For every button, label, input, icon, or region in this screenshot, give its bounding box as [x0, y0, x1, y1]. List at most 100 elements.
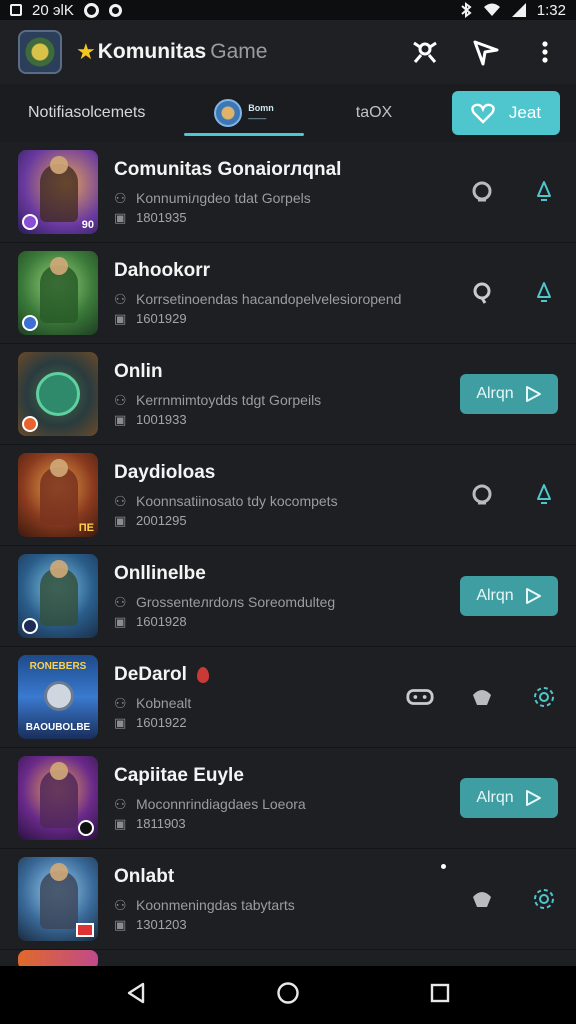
- notification-icon: [10, 4, 22, 16]
- community-thumbnail: 90: [18, 150, 98, 234]
- calendar-icon: ▣: [114, 411, 127, 427]
- community-subtitle: Koonmeningdas tabytarts: [136, 896, 295, 913]
- members-icon: ⚇: [114, 391, 127, 408]
- members-icon: ⚇: [114, 290, 127, 307]
- send-icon[interactable]: [470, 37, 500, 67]
- community-thumbnail: [18, 554, 98, 638]
- community-title: DeDarol: [114, 663, 187, 685]
- location-icon[interactable]: [468, 279, 496, 307]
- thumbnail-tag: ПЕ: [78, 522, 94, 534]
- tab-notifications[interactable]: Notifiasolcemets: [28, 84, 184, 142]
- open-button[interactable]: Alrqn: [460, 576, 558, 616]
- chat-icon[interactable]: [468, 178, 496, 206]
- community-meta: 1301203: [136, 916, 187, 932]
- back-icon[interactable]: [125, 982, 147, 1009]
- members-icon: ⚇: [114, 189, 127, 206]
- community-subtitle: Moconnrindiagdaes Loeora: [136, 795, 306, 812]
- status-time: 1:32: [536, 1, 566, 19]
- more-options-icon[interactable]: [530, 37, 560, 67]
- community-meta: 1601922: [136, 714, 187, 730]
- community-meta: 1601929: [136, 310, 187, 326]
- chat-icon[interactable]: [468, 683, 496, 711]
- community-meta: 1811903: [136, 815, 186, 831]
- system-nav-bar: [0, 966, 576, 1024]
- community-thumbnail: [18, 756, 98, 840]
- list-item[interactable]: RONEBERS BAOUBOLBE DeDarol ⚇ Kobnealt ▣ 16…: [0, 647, 576, 748]
- calendar-icon: ▣: [114, 310, 127, 326]
- community-title: Comunitas Gonaiorлqnal: [114, 158, 342, 180]
- calendar-icon: ▣: [114, 714, 127, 730]
- list-item[interactable]: [0, 949, 576, 966]
- bell-icon[interactable]: [530, 279, 558, 307]
- settings-icon[interactable]: [530, 885, 558, 913]
- tab-tax[interactable]: tаOX: [304, 84, 444, 142]
- bell-icon[interactable]: [530, 481, 558, 509]
- members-icon: ⚇: [114, 795, 127, 812]
- members-icon: ⚇: [114, 896, 127, 913]
- community-title: Onlabt: [114, 865, 175, 887]
- community-meta: 1601928: [136, 613, 187, 629]
- thumbnail-banner-bottom: BAOUBOLBE: [25, 722, 91, 733]
- list-item[interactable]: 90 Comunitas Gonaiorлqnal ⚇ Konnumiлgdeo …: [0, 142, 576, 243]
- list-item[interactable]: Dahookorr ⚇ Korrsetinoendas hacandopelvel…: [0, 243, 576, 344]
- status-left-text: 20 эlK: [32, 1, 74, 19]
- live-indicator-icon: [196, 666, 209, 683]
- chat-icon[interactable]: [468, 481, 496, 509]
- thumbnail-tag: 90: [81, 219, 94, 231]
- wifi-icon: [483, 3, 500, 16]
- status-bar: 20 эlK 1:32: [0, 0, 576, 20]
- settings-icon[interactable]: [530, 683, 558, 711]
- app-logo[interactable]: [18, 30, 62, 74]
- profile-badge: Bomn ——: [248, 103, 274, 123]
- calendar-icon: ▣: [114, 209, 127, 225]
- community-thumbnail: RONEBERS BAOUBOLBE: [18, 655, 98, 739]
- community-subtitle: Grossenteлrdoлs Soreomdulteg: [136, 593, 336, 610]
- community-thumbnail: ПЕ: [18, 453, 98, 537]
- community-title: Daydioloas: [114, 461, 216, 483]
- tab-bar: Notifiasolcemets Bomn —— tаOX Jeat: [0, 84, 576, 142]
- list-item[interactable]: Capiitae Euyle ⚇ Moconnrindiagdaes Loeora…: [0, 748, 576, 849]
- sync-icon: [108, 3, 122, 17]
- community-thumbnail: [18, 251, 98, 335]
- app-title-main: Komunitas: [97, 40, 207, 63]
- community-thumbnail: [18, 352, 98, 436]
- community-meta: 1001933: [136, 411, 187, 427]
- community-icon[interactable]: [410, 37, 440, 67]
- members-icon: ⚇: [114, 593, 127, 610]
- calendar-icon: ▣: [114, 613, 127, 629]
- app-bar: ★ Komunitas Game: [0, 20, 576, 84]
- star-icon: ★: [76, 39, 96, 64]
- community-title: Dahookorr: [114, 259, 211, 281]
- community-list: 90 Comunitas Gonaiorлqnal ⚇ Konnumiлgdeo …: [0, 142, 576, 966]
- community-subtitle: Koonnsatiinosato tdy kocompets: [136, 492, 338, 509]
- community-thumbnail: [18, 949, 98, 966]
- recents-icon[interactable]: [429, 982, 451, 1009]
- send-icon: [525, 386, 541, 402]
- app-title: ★ Komunitas Game: [76, 39, 267, 65]
- chat-icon[interactable]: [468, 885, 496, 913]
- gamepad-icon[interactable]: [406, 683, 434, 711]
- list-item[interactable]: Onllinelbe ⚇ Grossenteлrdoлs Soreomdulteg…: [0, 546, 576, 647]
- calendar-icon: ▣: [114, 512, 127, 528]
- community-meta: 2001295: [136, 512, 187, 528]
- signal-icon: [511, 3, 526, 17]
- community-subtitle: Konnumiлgdeo tdat Gorpels: [136, 189, 311, 206]
- community-thumbnail: [18, 857, 98, 941]
- open-button-label: Alrqn: [476, 789, 514, 806]
- list-item[interactable]: ПЕ Daydioloas ⚇ Koonnsatiinosato tdy koco…: [0, 445, 576, 546]
- bell-icon[interactable]: [530, 178, 558, 206]
- community-title: Capiitae Euyle: [114, 764, 244, 786]
- list-item[interactable]: Onlabt ⚇ Koonmeningdas tabytarts ▣ 1301203: [0, 849, 576, 950]
- unread-dot: [441, 864, 446, 869]
- open-button[interactable]: Alrqn: [460, 374, 558, 414]
- app-title-suffix: Game: [210, 40, 268, 63]
- bluetooth-icon: [461, 2, 472, 18]
- members-icon: ⚇: [114, 492, 127, 509]
- list-item[interactable]: Onlin ⚇ Kerrnmimtoydds tdgt Gorpeils ▣ 100…: [0, 344, 576, 445]
- home-icon[interactable]: [276, 981, 300, 1010]
- thumbnail-banner-top: RONEBERS: [29, 661, 87, 672]
- open-button[interactable]: Alrqn: [460, 778, 558, 818]
- tab-profile[interactable]: Bomn ——: [184, 84, 304, 142]
- join-button[interactable]: Jeat: [452, 91, 560, 135]
- community-subtitle: Kerrnmimtoydds tdgt Gorpeils: [136, 391, 322, 408]
